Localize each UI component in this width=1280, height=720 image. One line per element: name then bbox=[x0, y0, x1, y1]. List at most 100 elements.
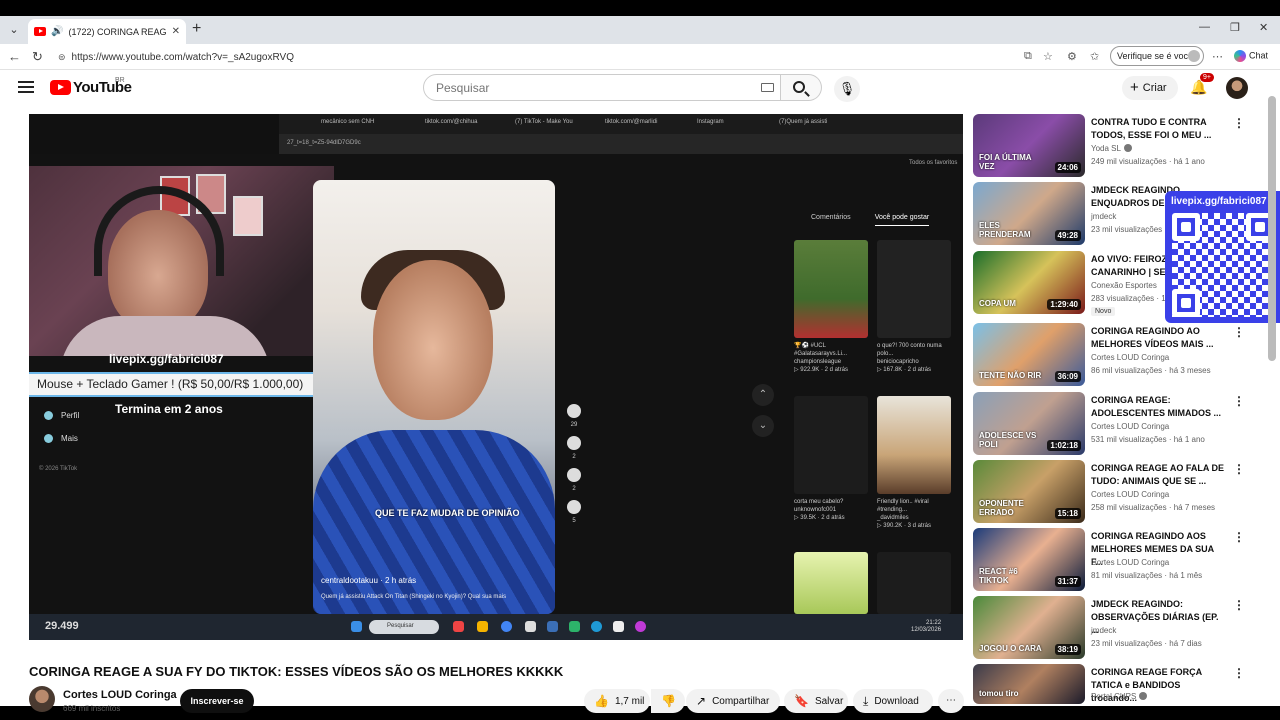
app-icon bbox=[635, 621, 646, 632]
favorites-icon[interactable]: ✩ bbox=[1090, 50, 1099, 63]
embedded-bookmarks: Todos os favoritos bbox=[909, 160, 958, 166]
copilot-chat-button[interactable]: Chat bbox=[1234, 50, 1268, 62]
search-button[interactable] bbox=[781, 74, 822, 101]
chevron-down-icon: ⌄ bbox=[752, 415, 774, 437]
voice-search-mic-icon[interactable]: 🎙 bbox=[834, 76, 860, 102]
profile-verify-button[interactable]: Verifique se é você bbox=[1110, 46, 1204, 66]
related-video-title[interactable]: CORINGA REAGINDO AO MELHORES VÍDEOS MAIS… bbox=[1091, 325, 1226, 351]
tab-actions-icon[interactable]: ⌄ bbox=[4, 21, 24, 39]
extensions-icon[interactable]: ⚙ bbox=[1067, 50, 1077, 63]
window-close-icon[interactable]: ✕ bbox=[1259, 21, 1268, 34]
tiktok-action-rail: 29 2 2 5 bbox=[566, 404, 582, 532]
related-video-item[interactable]: ADOLESCE VS POLI 1:02:18 CORINGA REAGE: AD… bbox=[973, 392, 1253, 456]
new-tab-icon[interactable]: + bbox=[192, 20, 201, 38]
related-video-title[interactable]: CONTRA TUDO E CONTRA TODOS, ESSE FOI O M… bbox=[1091, 116, 1226, 142]
app-icon bbox=[453, 621, 464, 632]
related-video-meta: 23 mil visualizações · há 7 dias bbox=[1091, 639, 1202, 648]
restore-icon[interactable]: ❐ bbox=[1230, 21, 1240, 34]
taskbar-clock: 21:22 12/03/2026 bbox=[911, 620, 942, 633]
thumbnail-text: COPA UM bbox=[979, 299, 1016, 308]
related-video-channel[interactable]: Cortes LOUD Coringa bbox=[1091, 490, 1169, 499]
site-info-icon[interactable]: ⊜ bbox=[58, 52, 66, 63]
related-video-thumbnail[interactable]: ADOLESCE VS POLI 1:02:18 bbox=[973, 392, 1085, 455]
minimize-icon[interactable]: — bbox=[1199, 21, 1210, 33]
tab-close-icon[interactable]: ✕ bbox=[172, 26, 180, 37]
subscribe-button[interactable]: Inscrever-se bbox=[180, 689, 254, 713]
more-vertical-icon[interactable]: ⋮ bbox=[1233, 325, 1245, 339]
more-actions-button[interactable]: ⋯ bbox=[938, 689, 964, 713]
embedded-browser-tabs: mecânico sem CNH tiktok.com/@chihua (7) … bbox=[279, 114, 963, 134]
related-video-thumbnail[interactable]: COPA UM 1:29:40 bbox=[973, 251, 1085, 314]
related-video-channel[interactable]: jmdeck bbox=[1091, 212, 1116, 221]
back-icon[interactable]: ← bbox=[8, 49, 21, 64]
related-video-thumbnail[interactable]: OPONENTE ERRADO 15:18 bbox=[973, 460, 1085, 523]
youtube-favicon-icon bbox=[34, 27, 46, 36]
menu-hamburger-icon[interactable] bbox=[18, 81, 34, 93]
related-video-channel[interactable]: Yoda SL bbox=[1091, 144, 1132, 153]
more-options-icon[interactable]: ⋯ bbox=[1212, 50, 1223, 63]
video-player[interactable]: mecânico sem CNH tiktok.com/@chihua (7) … bbox=[29, 114, 963, 640]
app-available-icon[interactable]: ⧉ bbox=[1024, 50, 1032, 63]
tiktok-description: Quem já assistiu Attack On Titan (Shinge… bbox=[321, 594, 507, 600]
chevron-up-icon: ⌃ bbox=[752, 384, 774, 406]
related-video-title[interactable]: CORINGA REAGE AO FALA DE TUDO: ANIMAIS Q… bbox=[1091, 462, 1226, 488]
tiktok-panel-tabs: Comentários Você pode gostar bbox=[811, 214, 953, 226]
more-vertical-icon[interactable]: ⋮ bbox=[1233, 394, 1245, 408]
channel-avatar[interactable] bbox=[29, 686, 55, 712]
related-video-thumbnail[interactable]: TENTE NÃO RIR 36:09 bbox=[973, 323, 1085, 386]
page-scrollbar[interactable] bbox=[1268, 96, 1276, 361]
related-video-thumbnail[interactable]: tomou tiro bbox=[973, 664, 1085, 704]
related-video-item[interactable]: tomou tiro CORINGA REAGE FORÇA TATICA e B… bbox=[973, 664, 1253, 704]
embedded-tab: Instagram bbox=[697, 119, 724, 125]
chat-label: Chat bbox=[1249, 50, 1269, 61]
related-video-channel[interactable]: jmdeck bbox=[1091, 626, 1116, 635]
save-button[interactable]: 🔖 Salvar bbox=[784, 689, 848, 713]
reload-icon[interactable]: ↻ bbox=[32, 49, 43, 65]
qr-code-icon bbox=[1172, 213, 1274, 317]
create-button[interactable]: + Criar bbox=[1122, 76, 1178, 100]
related-video-channel[interactable]: Conexão Esportes bbox=[1091, 281, 1157, 290]
related-video-thumbnail[interactable]: JOGOU O CARA 38:19 bbox=[973, 596, 1085, 659]
related-video-thumbnail[interactable]: ELES PRENDERAM 49:28 bbox=[973, 182, 1085, 245]
search-input[interactable] bbox=[423, 74, 781, 101]
embedded-taskbar: 29.499 Pesquisar 21:22 12/03/2026 bbox=[29, 614, 963, 640]
more-vertical-icon[interactable]: ⋮ bbox=[1233, 666, 1245, 680]
person-shirt bbox=[313, 430, 555, 614]
related-video-channel[interactable]: Cortes LOUD Coringa bbox=[1091, 353, 1169, 362]
more-vertical-icon[interactable]: ⋮ bbox=[1233, 116, 1245, 130]
more-vertical-icon[interactable]: ⋮ bbox=[1233, 462, 1245, 476]
account-avatar[interactable] bbox=[1226, 77, 1248, 99]
related-video-channel[interactable]: Cortes LOUD Coringa bbox=[1091, 558, 1169, 567]
related-video-thumbnail[interactable]: FOI A ÚLTIMA VEZ 24:06 bbox=[973, 114, 1085, 177]
share-button[interactable]: ↗ Compartilhar bbox=[686, 689, 780, 713]
related-video-channel[interactable]: Cortes LOUD Coringa bbox=[1091, 422, 1169, 431]
livepix-overlay-text: livepix.gg/fabrici087 bbox=[109, 352, 224, 366]
share-icon bbox=[567, 500, 581, 514]
thumb-field bbox=[794, 552, 868, 614]
keyboard-icon[interactable] bbox=[761, 83, 774, 92]
share-icon: ↗ bbox=[696, 694, 707, 708]
browser-tab-active[interactable]: 🔊 (1722) CORINGA REAGE A SUA FY ✕ bbox=[28, 19, 186, 44]
related-video-item[interactable]: JOGOU O CARA 38:19 JMDECK REAGINDO: OBSERV… bbox=[973, 596, 1253, 660]
app-icon bbox=[613, 621, 624, 632]
related-video-channel[interactable]: Portal CUPS bbox=[1091, 692, 1148, 701]
related-video-item[interactable]: REACT #6 TIKTOK 31:37 CORINGA REAGINDO AOS… bbox=[973, 528, 1253, 592]
like-button[interactable]: 👍 1,7 mil bbox=[584, 689, 650, 713]
favorite-star-icon[interactable]: ☆ bbox=[1043, 50, 1053, 63]
url-field[interactable]: ⊜ https://www.youtube.com/watch?v=_sA2ug… bbox=[52, 47, 1107, 67]
embedded-tab: tiktok.com/@chihua bbox=[425, 119, 478, 125]
browser-window: ⌄ 🔊 (1722) CORINGA REAGE A SUA FY ✕ + — … bbox=[0, 16, 1280, 713]
related-video-item[interactable]: OPONENTE ERRADO 15:18 CORINGA REAGE AO FAL… bbox=[973, 460, 1253, 524]
more-vertical-icon[interactable]: ⋮ bbox=[1233, 530, 1245, 544]
more-vertical-icon[interactable]: ⋮ bbox=[1233, 598, 1245, 612]
related-video-thumbnail[interactable]: REACT #6 TIKTOK 31:37 bbox=[973, 528, 1085, 591]
related-video-item[interactable]: TENTE NÃO RIR 36:09 CORINGA REAGINDO AO ME… bbox=[973, 323, 1253, 387]
embedded-tab: (7)Quem já assisti bbox=[779, 119, 828, 125]
dislike-button[interactable]: 👎 bbox=[651, 689, 685, 713]
speaker-icon[interactable]: 🔊 bbox=[51, 26, 63, 37]
related-video-title[interactable]: CORINGA REAGE: ADOLESCENTES MIMADOS ... bbox=[1091, 394, 1226, 420]
related-video-item[interactable]: FOI A ÚLTIMA VEZ 24:06 CONTRA TUDO E CONTR… bbox=[973, 114, 1253, 178]
save-label: Salvar bbox=[814, 696, 844, 707]
channel-name[interactable]: Cortes LOUD Coringa bbox=[63, 689, 177, 701]
download-button[interactable]: ⤓ Download bbox=[853, 689, 933, 713]
